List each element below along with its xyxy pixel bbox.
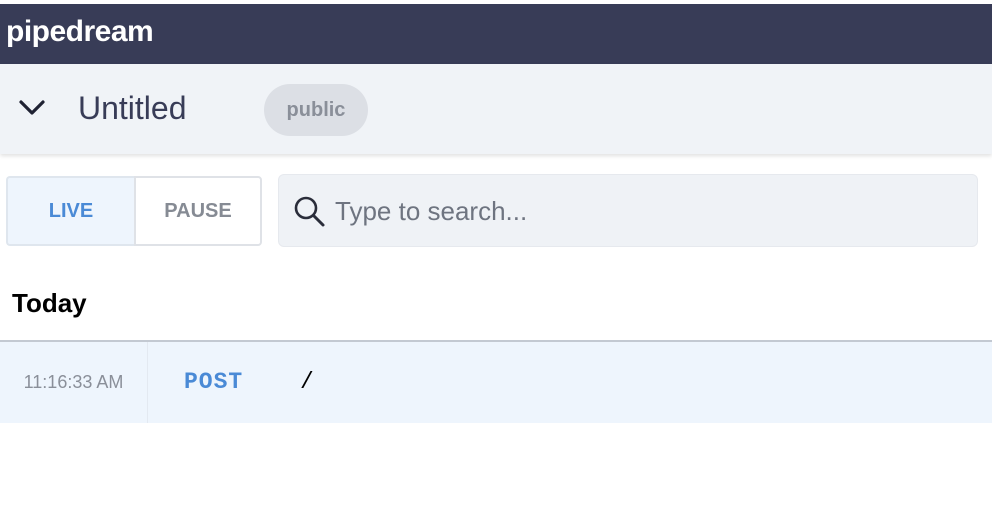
section-title-today: Today xyxy=(12,288,87,318)
search-icon xyxy=(293,195,327,229)
event-timestamp: 11:16:33 AM xyxy=(0,342,148,423)
brand-logo[interactable]: pipedream xyxy=(0,15,154,49)
live-pause-toggle: LIVE PAUSE xyxy=(6,176,262,246)
chevron-down-icon[interactable] xyxy=(18,98,46,118)
search-box xyxy=(278,174,978,247)
source-header: Untitled public xyxy=(0,64,992,154)
event-row[interactable]: 11:16:33 AM POST / xyxy=(0,342,992,423)
search-input[interactable] xyxy=(335,189,955,233)
event-method: POST xyxy=(184,369,244,395)
visibility-badge: public xyxy=(264,84,368,136)
pause-button[interactable]: PAUSE xyxy=(134,176,262,246)
top-navigation-bar: pipedream xyxy=(0,4,992,64)
event-path: / xyxy=(300,369,314,395)
source-title[interactable]: Untitled xyxy=(78,90,187,127)
live-button[interactable]: LIVE xyxy=(6,176,134,246)
